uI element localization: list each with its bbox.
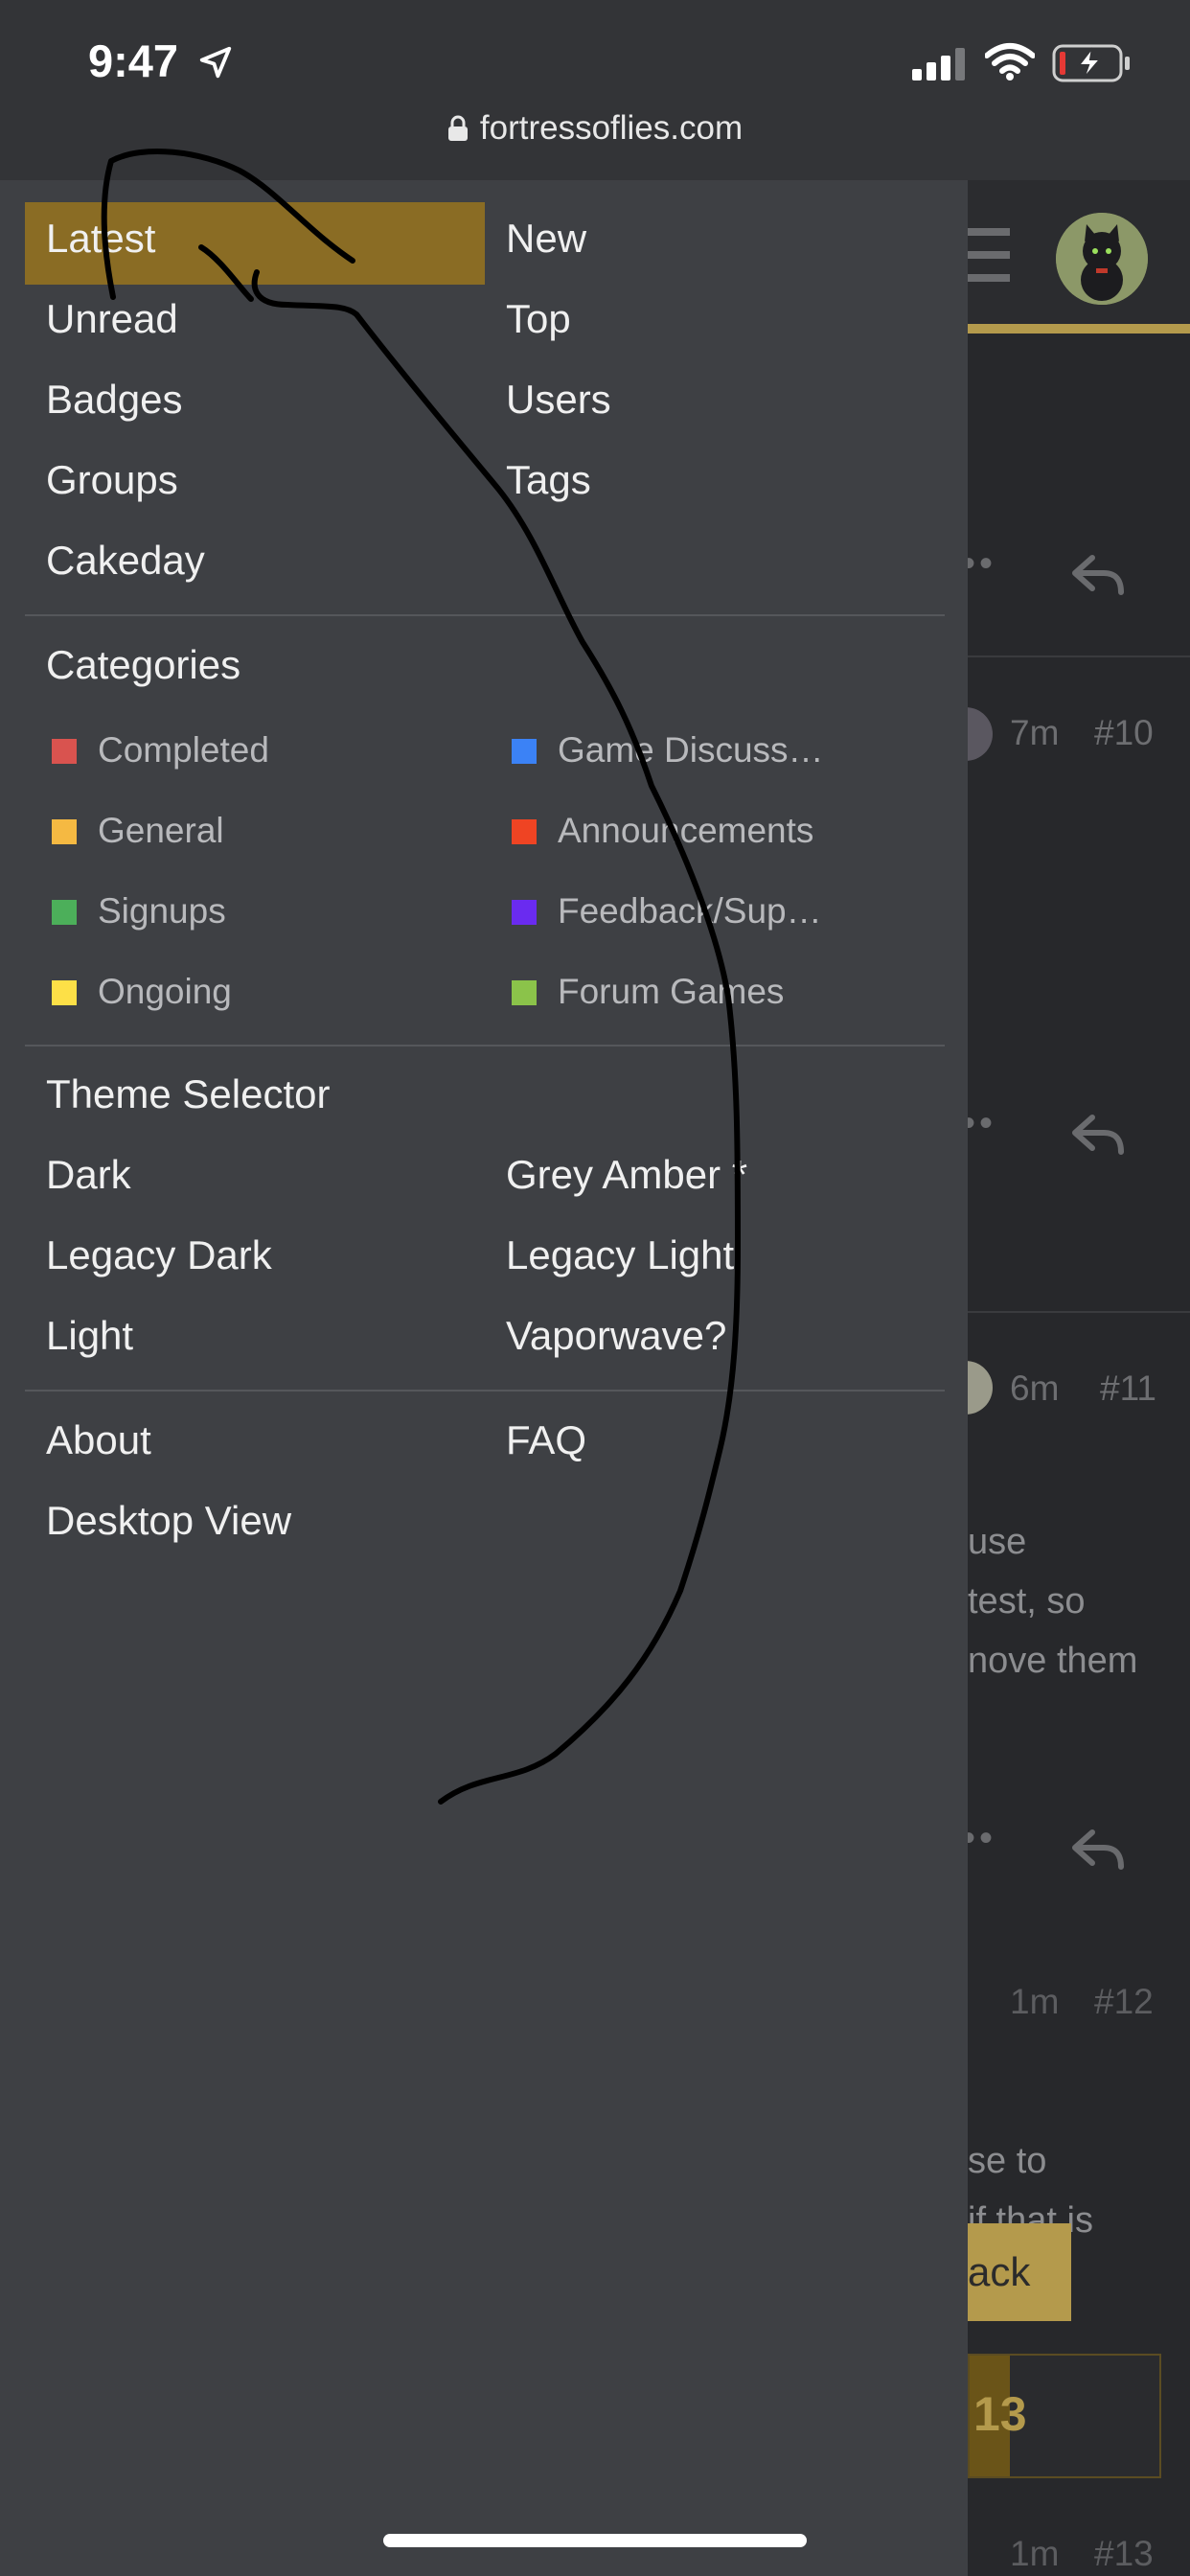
section-divider xyxy=(25,614,945,616)
category-color-swatch xyxy=(512,900,537,925)
battery-charging-icon xyxy=(1052,44,1130,82)
category-label: Announcements xyxy=(558,811,814,850)
post-time[interactable]: 1m xyxy=(1010,2534,1059,2574)
theme-grey-amber[interactable]: Grey Amber * xyxy=(506,1152,747,1198)
category-announcements[interactable]: Announcements xyxy=(512,811,813,851)
location-arrow-icon xyxy=(199,46,232,79)
post-menu-dots-icon[interactable]: •• xyxy=(968,1102,996,1145)
post-body-line: test, so xyxy=(968,1581,1086,1622)
theme-legacy-dark[interactable]: Legacy Dark xyxy=(46,1232,272,1278)
section-divider xyxy=(25,1045,945,1046)
post-number[interactable]: #11 xyxy=(1100,1368,1156,1409)
menu-item-badges[interactable]: Badges xyxy=(46,377,182,423)
section-divider xyxy=(25,1390,945,1392)
background-topic-page: •• 7m #10 •• 6m #11 use test, so nove th… xyxy=(968,180,1190,2576)
category-color-swatch xyxy=(52,980,77,1005)
topic-progress-number: 13 xyxy=(973,2387,1027,2441)
category-color-swatch xyxy=(52,819,77,844)
category-color-swatch xyxy=(52,739,77,764)
menu-item-tags[interactable]: Tags xyxy=(506,457,591,503)
menu-item-latest[interactable]: Latest xyxy=(46,216,155,262)
post-number[interactable]: #10 xyxy=(1094,713,1154,753)
post-number[interactable]: #13 xyxy=(1094,2534,1154,2574)
post-body-line: se to xyxy=(968,2141,1047,2181)
menu-item-faq[interactable]: FAQ xyxy=(506,1417,586,1463)
post-divider xyxy=(968,1311,1190,1313)
home-indicator[interactable] xyxy=(383,2534,807,2547)
category-general[interactable]: General xyxy=(52,811,224,851)
menu-item-desktop-view[interactable]: Desktop View xyxy=(46,1498,291,1544)
post-avatar[interactable] xyxy=(968,1361,993,1414)
url-text: fortressoflies.com xyxy=(479,109,744,147)
cat-avatar-icon xyxy=(1056,213,1148,305)
user-avatar[interactable] xyxy=(1056,213,1148,305)
category-forum-games[interactable]: Forum Games xyxy=(512,972,784,1012)
category-label: Game Discuss… xyxy=(558,730,824,770)
post-body-line: use xyxy=(968,1522,1027,1562)
menu-item-top[interactable]: Top xyxy=(506,296,571,342)
theme-vaporwave[interactable]: Vaporwave? xyxy=(506,1313,726,1359)
back-button[interactable]: ack xyxy=(968,2223,1071,2321)
post-menu-dots-icon[interactable]: •• xyxy=(968,542,996,586)
theme-selector-heading: Theme Selector xyxy=(46,1071,331,1116)
reply-icon[interactable] xyxy=(1071,1828,1125,1874)
category-completed[interactable]: Completed xyxy=(52,730,269,770)
category-feedback-support[interactable]: Feedback/Sup… xyxy=(512,891,822,932)
post-time[interactable]: 6m xyxy=(1010,1368,1059,1409)
wifi-icon xyxy=(985,43,1035,80)
category-label: General xyxy=(98,811,224,850)
theme-dark[interactable]: Dark xyxy=(46,1152,131,1198)
site-header xyxy=(968,180,1190,334)
topic-progress[interactable]: 13 xyxy=(968,2354,1161,2478)
category-label: Feedback/Sup… xyxy=(558,891,822,931)
category-color-swatch xyxy=(512,739,537,764)
category-color-swatch xyxy=(512,980,537,1005)
categories-heading[interactable]: Categories xyxy=(46,642,240,688)
category-label: Ongoing xyxy=(98,972,232,1011)
post-number[interactable]: #12 xyxy=(1094,1982,1154,2022)
post-time[interactable]: 7m xyxy=(1010,713,1059,753)
category-label: Signups xyxy=(98,891,226,931)
theme-light[interactable]: Light xyxy=(46,1313,133,1359)
status-bar: 9:47 fortressoflies.com xyxy=(0,0,1190,180)
post-avatar[interactable] xyxy=(968,707,993,761)
menu-item-about[interactable]: About xyxy=(46,1417,151,1463)
hamburger-drawer: Latest New Unread Top Badges Users Group… xyxy=(0,180,968,2576)
menu-item-users[interactable]: Users xyxy=(506,377,611,423)
menu-item-groups[interactable]: Groups xyxy=(46,457,178,503)
theme-legacy-light[interactable]: Legacy Light xyxy=(506,1232,734,1278)
menu-item-new[interactable]: New xyxy=(506,216,586,262)
reply-icon[interactable] xyxy=(1071,554,1125,600)
category-ongoing[interactable]: Ongoing xyxy=(52,972,232,1012)
signal-icon xyxy=(912,48,965,80)
post-time[interactable]: 1m xyxy=(1010,1982,1059,2022)
lock-icon xyxy=(447,115,468,141)
post-body-line: nove them xyxy=(968,1641,1138,1681)
category-color-swatch xyxy=(52,900,77,925)
category-label: Completed xyxy=(98,730,269,770)
category-game-discussion[interactable]: Game Discuss… xyxy=(512,730,824,770)
reply-icon[interactable] xyxy=(1071,1114,1125,1160)
url-bar[interactable]: fortressoflies.com xyxy=(0,109,1190,148)
menu-item-cakeday[interactable]: Cakeday xyxy=(46,538,205,584)
clock: 9:47 xyxy=(88,35,179,86)
post-menu-dots-icon[interactable]: •• xyxy=(968,1817,996,1860)
menu-item-unread[interactable]: Unread xyxy=(46,296,178,342)
hamburger-menu-icon[interactable] xyxy=(968,226,1010,284)
category-label: Forum Games xyxy=(558,972,785,1011)
post-divider xyxy=(968,656,1190,657)
category-color-swatch xyxy=(512,819,537,844)
category-signups[interactable]: Signups xyxy=(52,891,226,932)
